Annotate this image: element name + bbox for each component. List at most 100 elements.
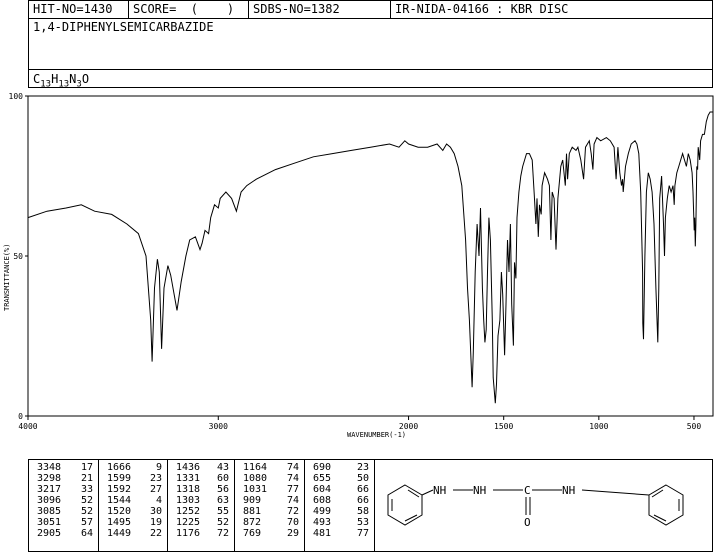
peak-column-3: 1436 43 1331 60 1318 56 1303 63 1252 55 1225 52 1176…: [168, 460, 235, 551]
peak-row: 1080 74: [235, 473, 304, 484]
peak-transmittance: 33: [80, 484, 93, 495]
peak-wavenumber: 1544: [107, 495, 132, 506]
peak-column-5: 690 23 655 50 604 66 608 66 499 58 493 53 481 77: [305, 460, 375, 551]
peak-row: 1599 23: [99, 473, 167, 484]
peak-row: 1252 55: [168, 506, 234, 517]
peak-transmittance: 9: [155, 462, 162, 473]
peak-transmittance: 77: [356, 528, 369, 539]
peak-wavenumber: 1252: [176, 506, 201, 517]
peak-wavenumber: 1318: [176, 484, 201, 495]
peak-wavenumber: 3217: [37, 484, 62, 495]
peak-transmittance: 53: [356, 517, 369, 528]
peak-transmittance: 23: [149, 473, 162, 484]
peak-row: 909 74: [235, 495, 304, 506]
plot-frame: [27, 95, 714, 417]
peak-wavenumber: 1436: [176, 462, 201, 473]
peak-row: 1176 72: [168, 528, 234, 539]
right-benzene-ring-icon: [648, 484, 684, 526]
peak-row: 493 53: [305, 517, 374, 528]
peak-wavenumber: 3051: [37, 517, 62, 528]
hit-number: HIT-NO=1430: [29, 1, 129, 18]
peak-transmittance: 56: [216, 484, 229, 495]
peak-row: 608 66: [305, 495, 374, 506]
peak-wavenumber: 1666: [107, 462, 132, 473]
peak-transmittance: 17: [80, 462, 93, 473]
peak-wavenumber: 1303: [176, 495, 201, 506]
formula-divider: [29, 69, 712, 70]
nh-label: NH: [473, 484, 486, 497]
sdbs-number: SDBS-NO=1382: [249, 1, 391, 18]
peak-transmittance: 77: [286, 484, 299, 495]
peak-row: 3096 52: [29, 495, 98, 506]
peak-row: 3051 57: [29, 517, 98, 528]
peak-row: 1520 30: [99, 506, 167, 517]
peak-wavenumber: 1331: [176, 473, 201, 484]
y-axis-label: TRANSMITTANCE(%): [3, 244, 11, 311]
peak-wavenumber: 1592: [107, 484, 132, 495]
peak-transmittance: 74: [286, 462, 299, 473]
peak-row: 1449 22: [99, 528, 167, 539]
molecular-formula: C13H13N3O: [33, 72, 90, 90]
peak-transmittance: 52: [80, 495, 93, 506]
peak-transmittance: 23: [356, 462, 369, 473]
y-tick-label: 100: [9, 92, 24, 101]
peak-transmittance: 66: [356, 495, 369, 506]
spectrum-line: [27, 111, 713, 404]
peak-transmittance: 30: [149, 506, 162, 517]
peak-wavenumber: 3085: [37, 506, 62, 517]
compound-name: 1,4-DIPHENYLSEMICARBAZIDE: [33, 20, 214, 34]
peak-wavenumber: 1520: [107, 506, 132, 517]
peak-transmittance: 64: [80, 528, 93, 539]
header-box: HIT-NO=1430 SCORE= ( ) SDBS-NO=1382 IR-N…: [28, 0, 713, 90]
peak-wavenumber: 1080: [243, 473, 268, 484]
peak-wavenumber: 3348: [37, 462, 62, 473]
peak-wavenumber: 1495: [107, 517, 132, 528]
header-divider: [29, 18, 712, 19]
peak-transmittance: 55: [216, 506, 229, 517]
peak-transmittance: 22: [149, 528, 162, 539]
peak-wavenumber: 608: [313, 495, 332, 506]
peak-wavenumber: 872: [243, 517, 262, 528]
peak-transmittance: 66: [356, 484, 369, 495]
peak-column-2: 1666 9 1599 23 1592 27 1544 4 1520 30 1495 19 1449 22: [99, 460, 168, 551]
peak-transmittance: 63: [216, 495, 229, 506]
peak-row: 604 66: [305, 484, 374, 495]
peak-row: 3348 17: [29, 462, 98, 473]
peak-column-4: 1164 74 1080 74 1031 77 909 74 881 72 872 70 769 29: [235, 460, 305, 551]
peak-transmittance: 74: [286, 495, 299, 506]
peak-transmittance: 19: [149, 517, 162, 528]
peak-row: 1164 74: [235, 462, 304, 473]
peak-wavenumber: 909: [243, 495, 262, 506]
structure-bonds: [421, 489, 650, 515]
peak-wavenumber: 1599: [107, 473, 132, 484]
peak-wavenumber: 604: [313, 484, 332, 495]
peak-row: 881 72: [235, 506, 304, 517]
x-tick-label: 1500: [494, 422, 513, 431]
peak-wavenumber: 1031: [243, 484, 268, 495]
ir-spectrum-chart: 0 50 100 4000 3000 2000 1500 1000 500 WAVENUMBE…: [3, 92, 714, 439]
peak-transmittance: 70: [286, 517, 299, 528]
x-axis-label: WAVENUMBER(-1): [347, 431, 406, 439]
peak-wavenumber: 769: [243, 528, 262, 539]
peak-transmittance: 50: [356, 473, 369, 484]
peak-wavenumber: 1176: [176, 528, 201, 539]
peak-transmittance: 52: [80, 506, 93, 517]
peak-wavenumber: 3096: [37, 495, 62, 506]
peak-transmittance: 72: [286, 506, 299, 517]
peak-row: 1303 63: [168, 495, 234, 506]
peak-row: 872 70: [235, 517, 304, 528]
peak-transmittance: 43: [216, 462, 229, 473]
peak-wavenumber: 499: [313, 506, 332, 517]
peak-transmittance: 57: [80, 517, 93, 528]
score: SCORE= ( ): [129, 1, 249, 18]
peak-row: 1666 9: [99, 462, 167, 473]
peak-wavenumber: 481: [313, 528, 332, 539]
peak-row: 1436 43: [168, 462, 234, 473]
peak-row: 499 58: [305, 506, 374, 517]
peak-wavenumber: 493: [313, 517, 332, 528]
peak-row: 1495 19: [99, 517, 167, 528]
peak-row: 3217 33: [29, 484, 98, 495]
peak-transmittance: 74: [286, 473, 299, 484]
peak-row: 2905 64: [29, 528, 98, 539]
peak-transmittance: 58: [356, 506, 369, 517]
